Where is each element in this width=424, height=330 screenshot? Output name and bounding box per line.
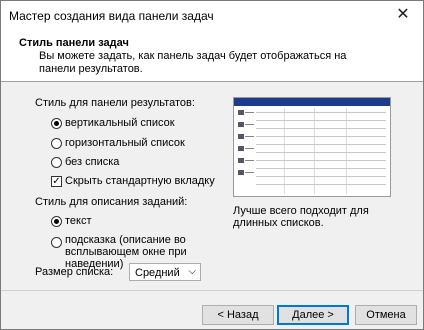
list-size-value: Средний (135, 267, 180, 279)
radio-horizontal-list-label[interactable]: горизонтальный список (65, 137, 185, 149)
preview-image (233, 97, 391, 197)
preview-row (256, 144, 386, 145)
preview-row (256, 168, 386, 169)
next-button[interactable]: Далее > (277, 305, 349, 325)
page-subtitle: Вы можете задать, как панель задач будет… (39, 50, 347, 75)
window-title: Мастер создания вида панели задач (9, 9, 214, 23)
radio-text-label[interactable]: текст (65, 215, 92, 227)
preview-row (256, 184, 386, 185)
radio-tooltip[interactable] (51, 237, 62, 248)
wizard-dialog: Мастер создания вида панели задач ✕ Стил… (0, 0, 424, 330)
description-style-label: Стиль для описания заданий: (35, 196, 188, 208)
task-icon (238, 170, 244, 175)
preview-row (256, 136, 386, 137)
preview-header-bar (234, 98, 390, 106)
preview-row (256, 160, 386, 161)
preview-row (256, 176, 386, 177)
radio-no-list-label[interactable]: без списка (65, 156, 119, 168)
task-line (245, 124, 254, 125)
task-line (245, 136, 254, 137)
task-line (245, 112, 254, 113)
radio-horizontal-list[interactable] (51, 138, 62, 149)
preview-row (256, 112, 386, 113)
task-icon (238, 158, 244, 163)
chevron-down-icon: ⌵ (188, 266, 196, 277)
page-title: Стиль панели задач (19, 37, 129, 49)
results-style-label: Стиль для панели результатов: (35, 97, 195, 109)
task-icon (238, 110, 244, 115)
back-button[interactable]: < Назад (202, 305, 274, 325)
cancel-button[interactable]: Отмена (355, 305, 417, 325)
preview-row (256, 128, 386, 129)
task-icon (238, 134, 244, 139)
radio-no-list[interactable] (51, 157, 62, 168)
list-size-label: Размер списка: (35, 266, 114, 278)
preview-row (256, 152, 386, 153)
wizard-header: Стиль панели задач Вы можете задать, как… (1, 31, 423, 82)
radio-vertical-list[interactable] (51, 118, 62, 129)
preview-task-list (236, 108, 254, 194)
preview-row (256, 120, 386, 121)
radio-text[interactable] (51, 216, 62, 227)
hide-tab-checkbox[interactable]: ✓ (51, 176, 62, 187)
task-line (245, 148, 254, 149)
radio-vertical-list-label[interactable]: вертикальный список (65, 117, 175, 129)
task-line (245, 160, 254, 161)
task-icon (238, 146, 244, 151)
task-icon (238, 122, 244, 127)
list-size-select[interactable]: Средний ⌵ (129, 263, 201, 281)
footer-divider (1, 290, 423, 291)
preview-caption: Лучше всего подходит для длинных списков… (233, 205, 369, 229)
hide-tab-label[interactable]: Скрыть стандартную вкладку (65, 175, 215, 187)
title-bar: Мастер создания вида панели задач ✕ (1, 1, 423, 31)
close-icon[interactable]: ✕ (383, 1, 423, 29)
task-line (245, 172, 254, 173)
